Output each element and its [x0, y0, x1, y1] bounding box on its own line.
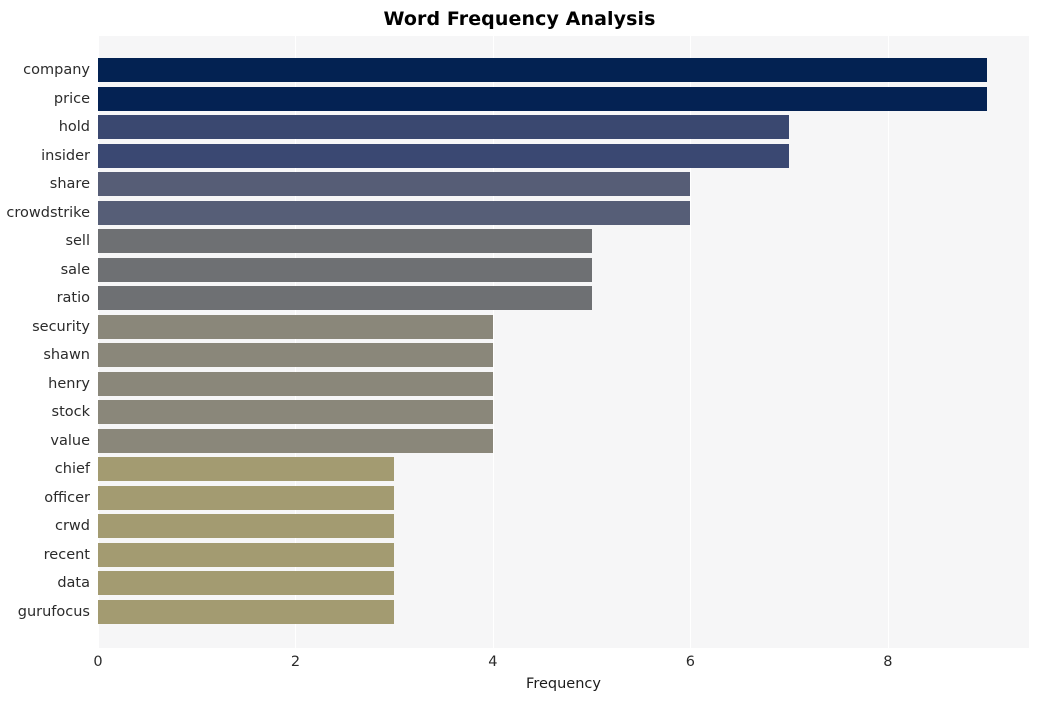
y-tick-label-recent: recent	[43, 546, 90, 563]
bar-hold[interactable]	[98, 115, 790, 139]
y-tick-label-share: share	[49, 176, 90, 193]
y-tick-label-officer: officer	[44, 489, 90, 506]
bar-stock[interactable]	[98, 400, 493, 425]
bar-gurufocus[interactable]	[98, 599, 395, 624]
bar-sell[interactable]	[98, 229, 592, 254]
x-tick-label-8: 8	[883, 654, 893, 670]
bar-price[interactable]	[98, 86, 987, 111]
y-tick-label-stock: stock	[51, 404, 90, 421]
bar-crowdstrike[interactable]	[98, 200, 691, 225]
bar-value[interactable]	[98, 428, 493, 453]
y-tick-label-crowdstrike: crowdstrike	[6, 204, 90, 221]
bar-ratio[interactable]	[98, 286, 592, 311]
bar-security[interactable]	[98, 314, 493, 339]
word-frequency-bar-chart: Word Frequency Analysis company price hold…	[0, 0, 1039, 701]
y-tick-label-sell: sell	[65, 233, 90, 250]
bar-chief[interactable]	[98, 457, 395, 482]
bar-officer[interactable]	[98, 485, 395, 510]
y-tick-label-chief: chief	[54, 461, 90, 478]
y-tick-label-insider: insider	[41, 147, 90, 164]
y-tick-label-price: price	[53, 90, 90, 107]
y-tick-label-shawn: shawn	[43, 347, 90, 364]
bar-share[interactable]	[98, 172, 691, 197]
y-tick-label-gurufocus: gurufocus	[17, 603, 90, 620]
y-tick-label-crwd: crwd	[55, 518, 90, 535]
plot-area	[98, 36, 1029, 648]
x-tick-label-6: 6	[685, 654, 695, 670]
bar-company[interactable]	[98, 58, 987, 82]
bars-layer	[98, 36, 1029, 648]
bar-shawn[interactable]	[98, 343, 493, 368]
x-axis-tick-labels: 0 2 4 6 8	[0, 652, 1039, 674]
y-tick-label-company: company	[23, 62, 90, 78]
bar-data[interactable]	[98, 571, 395, 596]
y-tick-label-ratio: ratio	[56, 290, 90, 307]
y-axis-tick-labels: company price hold insider share crowdstrike s…	[0, 36, 90, 648]
y-tick-label-value: value	[50, 432, 90, 449]
y-tick-label-henry: henry	[48, 375, 90, 392]
y-tick-label-data: data	[57, 575, 90, 592]
y-tick-label-hold: hold	[58, 119, 90, 135]
bar-sale[interactable]	[98, 257, 592, 282]
bar-henry[interactable]	[98, 371, 493, 396]
x-axis-title: Frequency	[526, 676, 601, 692]
x-tick-label-4: 4	[488, 654, 498, 670]
bar-insider[interactable]	[98, 143, 790, 168]
y-tick-label-sale: sale	[60, 261, 90, 278]
y-tick-label-security: security	[32, 318, 90, 335]
bar-recent[interactable]	[98, 542, 395, 567]
x-tick-label-2: 2	[290, 654, 301, 670]
x-tick-label-0: 0	[93, 654, 103, 670]
bar-crwd[interactable]	[98, 514, 395, 539]
chart-title: Word Frequency Analysis	[383, 8, 656, 30]
